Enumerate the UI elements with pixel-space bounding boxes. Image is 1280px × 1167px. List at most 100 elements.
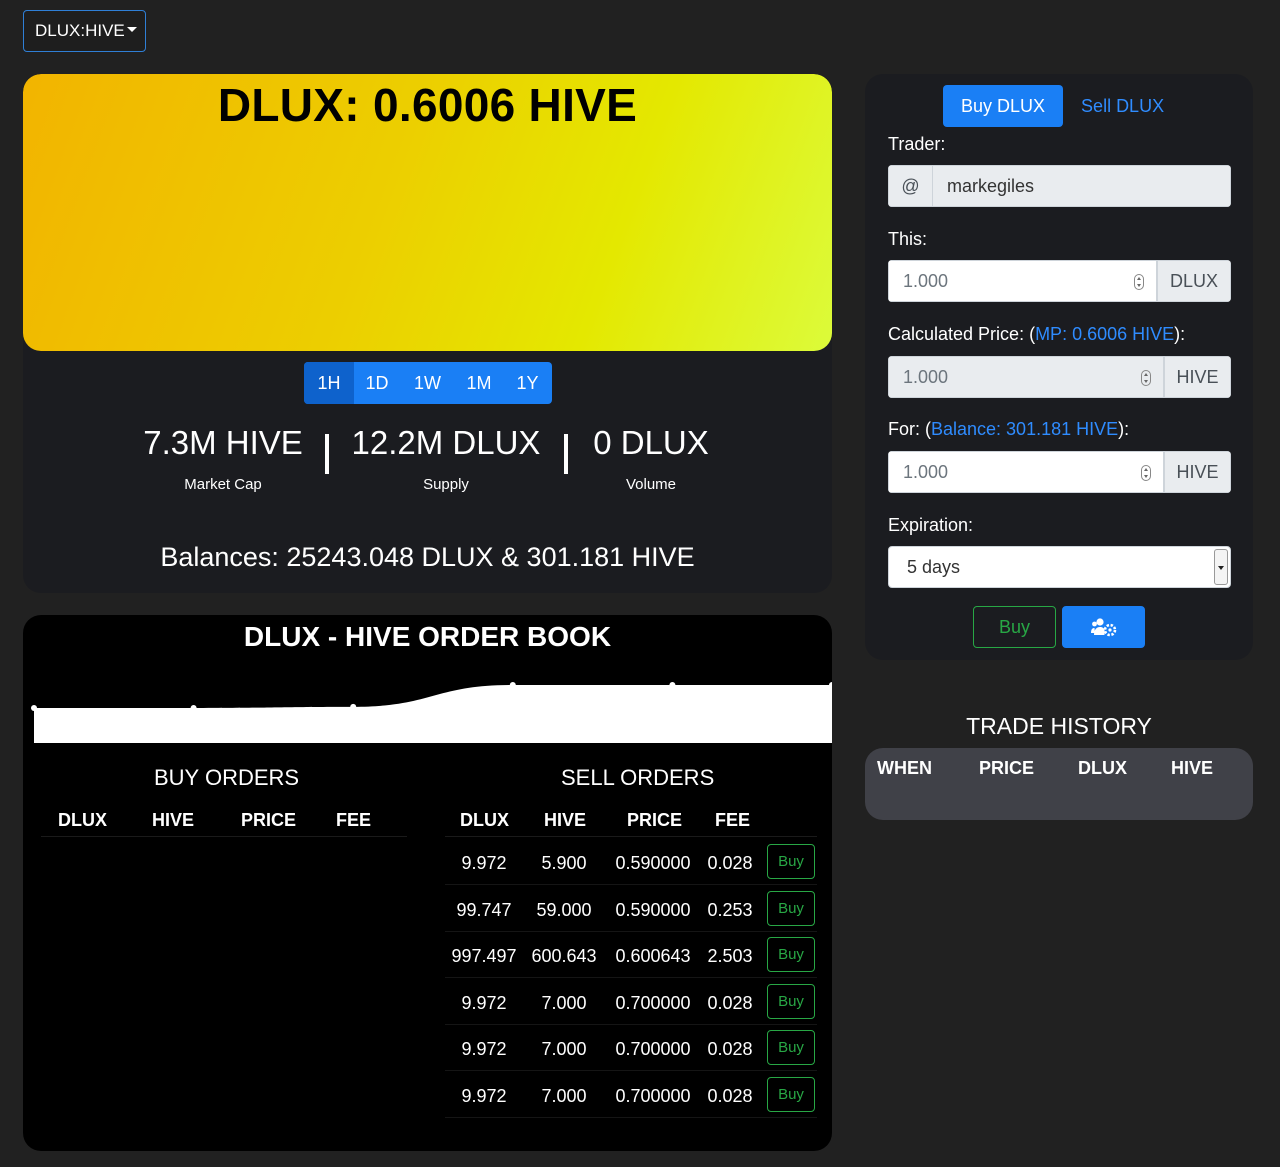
- column-header-price: PRICE: [979, 758, 1035, 778]
- tab-buy-dlux[interactable]: Buy DLUX: [943, 85, 1064, 127]
- spinner-icon[interactable]: [1141, 370, 1151, 386]
- users-gear-icon: [1090, 618, 1116, 637]
- buy-column-price: PRICE: [241, 810, 297, 830]
- this-field: 1.000 DLUX: [888, 260, 1231, 302]
- buy-button[interactable]: Buy: [973, 606, 1056, 648]
- spinner-icon[interactable]: [1134, 274, 1144, 290]
- sell-column-fee: FEE: [715, 810, 751, 830]
- row-buy-button[interactable]: Buy: [767, 937, 815, 972]
- price-card: DLUX: 0.6006 HIVE 1H 1D 1W 1M 1Y 7.3M HI…: [23, 74, 832, 593]
- column-header-hive: HIVE: [1171, 758, 1214, 778]
- market-price-link[interactable]: MP: 0.6006 HIVE: [1035, 324, 1174, 344]
- sell-column-price: PRICE: [627, 810, 683, 830]
- tab-sell-dlux[interactable]: Sell DLUX: [1063, 85, 1182, 127]
- for-label: For: (Balance: 301.181 HIVE):: [888, 419, 1129, 440]
- range-button-1h[interactable]: 1H: [304, 362, 354, 404]
- cell-dlux: 9.972: [461, 992, 507, 1013]
- buy-column-hive: HIVE: [152, 810, 195, 830]
- buy-header-divider: [41, 836, 407, 837]
- stat-value: 12.2M DLUX: [351, 424, 541, 461]
- row-buy-button[interactable]: Buy: [767, 844, 815, 879]
- depth-chart: [31, 682, 832, 743]
- chevron-down-icon[interactable]: [1214, 549, 1228, 585]
- row-divider: [445, 1116, 817, 1118]
- depth-point: [669, 682, 676, 688]
- row-buy-button[interactable]: Buy: [767, 1030, 815, 1065]
- cell-fee: 0.028: [707, 853, 753, 873]
- this-unit: DLUX: [1157, 260, 1231, 302]
- depth-point: [31, 705, 37, 711]
- stat-label: Volume: [625, 476, 677, 493]
- spinner-icon[interactable]: [1141, 465, 1151, 481]
- sell-orders-title: SELL ORDERS: [561, 765, 715, 790]
- for-label-close: ):: [1118, 419, 1130, 439]
- cell-price: 0.700000: [615, 992, 691, 1013]
- sell-order-row: 9.972 7.000 0.700000 0.028 Buy: [23, 1025, 832, 1071]
- market-stats: 7.3M HIVE Market Cap 12.2M DLUX Supply 0…: [23, 424, 832, 504]
- range-button-1y[interactable]: 1Y: [503, 362, 552, 404]
- expiration-value: 5 days: [907, 556, 961, 577]
- this-label: This:: [888, 229, 928, 249]
- at-prefix: @: [888, 165, 932, 207]
- trade-form-card: Buy DLUX Sell DLUX Trader: @ markegiles …: [865, 74, 1253, 660]
- cell-fee: 0.028: [707, 1039, 753, 1059]
- stat-volume: 0 DLUX Volume: [551, 424, 751, 493]
- sell-column-hive: HIVE: [544, 810, 587, 830]
- for-amount-value: 1.000: [903, 461, 949, 482]
- advanced-settings-button[interactable]: [1062, 606, 1145, 648]
- cell-hive: 600.643: [531, 946, 597, 966]
- cell-dlux: 9.972: [461, 1085, 507, 1106]
- row-buy-button[interactable]: Buy: [767, 890, 815, 926]
- cell-price: 0.600643: [615, 946, 691, 966]
- trader-input[interactable]: markegiles: [932, 165, 1231, 207]
- price-title: DLUX: 0.6006 HIVE: [217, 79, 638, 131]
- cell-dlux: 9.972: [461, 853, 507, 873]
- expiration-label: Expiration:: [888, 515, 974, 535]
- sell-order-row: 9.972 7.000 0.700000 0.028 Buy: [23, 979, 832, 1025]
- sell-column-dlux: DLUX: [460, 810, 509, 830]
- calc-label-close: ):: [1174, 324, 1186, 344]
- cell-hive: 7.000: [541, 1039, 587, 1059]
- sell-header-divider: [445, 836, 817, 837]
- cell-dlux: 997.497: [451, 946, 517, 966]
- cell-hive: 7.000: [541, 992, 587, 1013]
- cell-hive: 7.000: [541, 1085, 587, 1106]
- stat-value: 7.3M HIVE: [143, 424, 303, 461]
- for-label-text: For: (: [888, 419, 931, 439]
- sell-order-row: 9.972 7.000 0.700000 0.028 Buy: [23, 1072, 832, 1118]
- calc-label-text: Calculated Price: (: [888, 324, 1036, 344]
- calculated-price-input[interactable]: 1.000: [888, 356, 1164, 398]
- trade-history-table: WHEN PRICE DLUX HIVE: [865, 748, 1253, 820]
- cell-price: 0.700000: [615, 1085, 691, 1106]
- balance-link[interactable]: Balance: 301.181 HIVE: [931, 419, 1118, 439]
- sell-order-row: 9.972 5.900 0.590000 0.028 Buy: [23, 839, 832, 885]
- cell-price: 0.590000: [615, 853, 691, 873]
- for-field: 1.000 HIVE: [888, 451, 1231, 493]
- row-buy-button[interactable]: Buy: [767, 1076, 815, 1112]
- this-amount-input[interactable]: 1.000: [888, 260, 1157, 302]
- trader-label: Trader:: [888, 134, 946, 154]
- for-amount-input[interactable]: 1.000: [888, 451, 1164, 493]
- depth-point: [350, 703, 357, 710]
- trade-history-title: TRADE HISTORY: [966, 713, 1152, 739]
- calculated-price-unit: HIVE: [1164, 356, 1231, 398]
- calculated-price-label: Calculated Price: (MP: 0.6006 HIVE):: [888, 324, 1185, 345]
- range-button-1d[interactable]: 1D: [354, 362, 400, 404]
- range-button-1w[interactable]: 1W: [400, 362, 455, 404]
- cell-fee: 0.028: [707, 992, 753, 1013]
- cell-dlux: 99.747: [456, 899, 512, 920]
- balances-text: Balances: 25243.048 DLUX & 301.181 HIVE: [160, 542, 695, 572]
- row-buy-button[interactable]: Buy: [767, 983, 815, 1019]
- buy-column-fee: FEE: [336, 810, 372, 830]
- calculated-price-field: 1.000 HIVE: [888, 356, 1231, 398]
- for-unit: HIVE: [1164, 451, 1231, 493]
- stat-divider: [564, 434, 568, 474]
- buy-column-dlux: DLUX: [58, 810, 107, 830]
- range-button-1m[interactable]: 1M: [455, 362, 503, 404]
- cell-fee: 0.028: [707, 1085, 753, 1106]
- cell-price: 0.590000: [615, 899, 691, 920]
- expiration-select[interactable]: 5 days: [888, 546, 1231, 588]
- pair-selector[interactable]: DLUX:HIVE: [23, 10, 146, 52]
- pair-selector-label: DLUX:HIVE: [35, 21, 125, 40]
- trader-field: @ markegiles: [888, 165, 1231, 207]
